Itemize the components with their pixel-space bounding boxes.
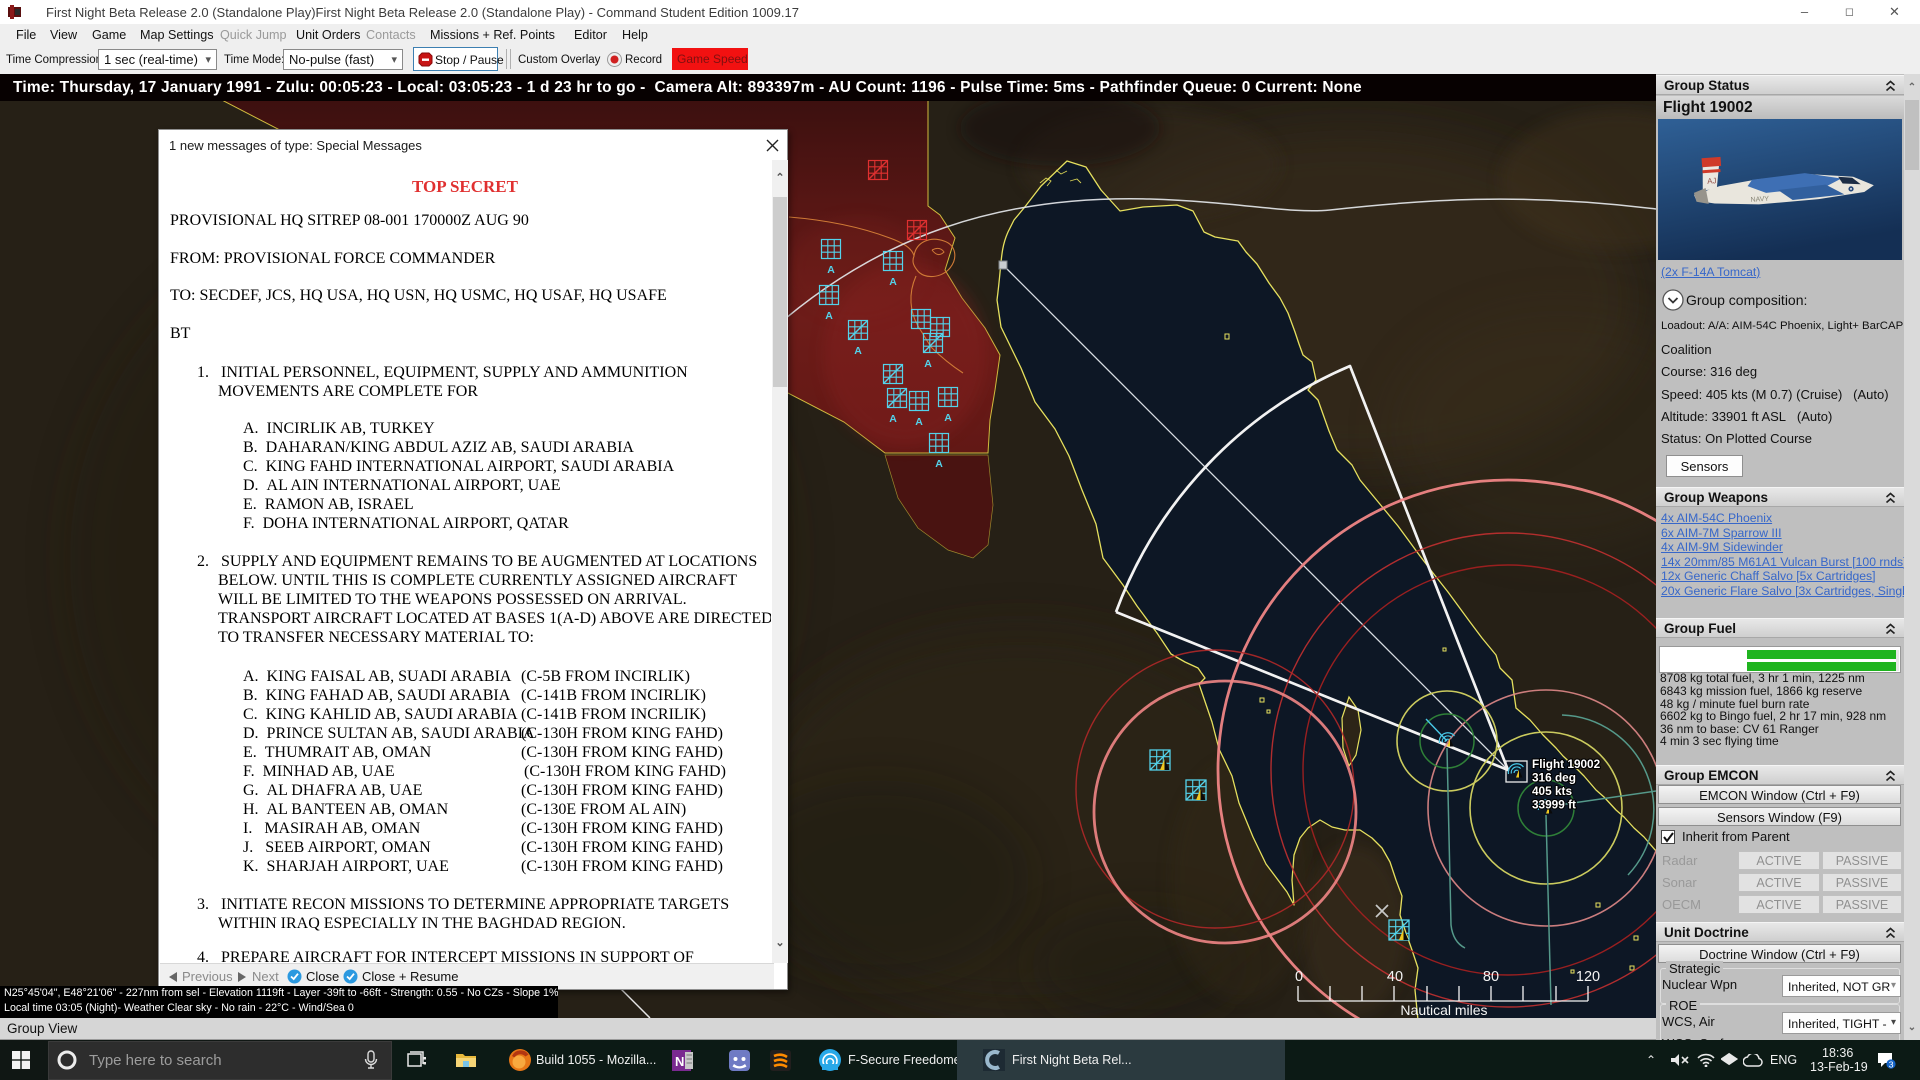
svg-text:A: A <box>854 345 862 357</box>
svg-text:A: A <box>924 358 932 370</box>
svg-text:316 deg: 316 deg <box>1532 771 1576 785</box>
svg-text:A: A <box>827 264 835 276</box>
svg-text:NAVY: NAVY <box>1750 196 1769 204</box>
svg-text:N: N <box>675 1054 684 1069</box>
svg-text:0: 0 <box>1295 969 1303 985</box>
svg-text:80: 80 <box>1483 969 1499 985</box>
svg-text:A: A <box>915 416 923 428</box>
svg-text:A: A <box>825 310 833 322</box>
svg-text:3: 3 <box>1889 1059 1894 1069</box>
svg-text:AJ: AJ <box>1707 176 1717 186</box>
svg-text:A: A <box>889 413 897 425</box>
svg-text:A: A <box>889 276 897 288</box>
svg-text:40: 40 <box>1387 969 1403 985</box>
svg-text:A: A <box>944 412 952 424</box>
svg-text:405 kts: 405 kts <box>1532 784 1572 798</box>
svg-text:120: 120 <box>1576 969 1600 985</box>
svg-text:Flight 19002: Flight 19002 <box>1532 757 1601 771</box>
svg-text:A: A <box>935 458 943 470</box>
svg-text:33999 ft: 33999 ft <box>1532 798 1576 812</box>
svg-text:Nautical miles: Nautical miles <box>1400 1002 1487 1018</box>
